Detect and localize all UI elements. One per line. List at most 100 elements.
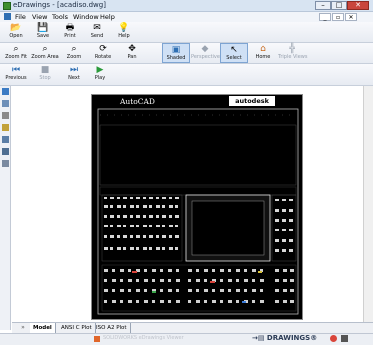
select-cursor-icon: ↖ [230,45,238,55]
tab-model[interactable]: Model [30,323,56,333]
zoom-button[interactable]: ⌕ Zoom [60,43,88,63]
previous-button[interactable]: ⏮ Previous [2,64,30,84]
zoom-fit-label: Zoom Fit [5,54,27,60]
triple-views-button[interactable]: ╬ Triple Views [278,43,308,63]
left-tool-strip [0,86,11,330]
symbol-grid-lower [104,269,294,303]
pan-icon: ✥ [128,44,136,54]
view-toolbar: ⌕ Zoom Fit ⌕ Zoom Area ⌕ Zoom ⟳ Rotate ✥… [0,43,373,64]
pan-label: Pan [127,54,137,60]
status-warning-icon [94,336,100,342]
expand-panel-button[interactable]: » [18,323,28,332]
select-button[interactable]: ↖ Select [220,43,248,63]
autocad-logo: AutoCAD [120,97,155,106]
tab-ansi-c-plot[interactable]: ANSI C Plot [58,323,96,333]
document-close-button[interactable]: ✕ [345,13,357,21]
stop-label: Stop [39,75,51,81]
play-button[interactable]: ▶ Play [86,64,114,84]
shaded-icon: ▣ [171,45,181,55]
upper-panel [99,124,297,186]
rotate-icon: ⟳ [99,44,107,54]
zoom-icon: ⌕ [71,44,77,54]
send-button[interactable]: ✉ Send [83,22,111,42]
menu-view[interactable]: View [32,12,47,22]
menu-help[interactable]: Help [100,12,115,22]
window-title: eDrawings - [acadiso.dwg] [13,1,106,9]
zoom-area-button[interactable]: ⌕ Zoom Area [31,43,59,63]
previous-label: Previous [5,75,27,81]
document-minimize-button[interactable]: _ [319,13,331,21]
symbol-strip [99,186,297,196]
home-label: Home [255,54,271,60]
help-label: Help [118,33,130,39]
zoom-area-icon: ⌕ [42,44,48,54]
playback-toolbar: ⏮ Previous ■ Stop ⏭ Next ▶ Play [0,64,373,86]
menu-window[interactable]: Window [73,12,99,22]
print-icon: 🖶 [65,23,75,33]
triple-views-label: Triple Views [278,54,308,60]
send-label: Send [90,33,104,39]
tab-iso-a2-plot[interactable]: ISO A2 Plot [93,323,131,333]
next-label: Next [68,75,80,81]
next-icon: ⏭ [69,65,79,75]
colored-symbols [132,271,262,303]
zoom-fit-icon: ⌕ [13,44,19,54]
left-symbol-block [101,194,183,262]
zoom-area-label: Zoom Area [31,54,59,60]
markup-icon[interactable] [2,124,9,131]
status-settings-icon[interactable] [341,335,348,342]
help-icon: 💡 [118,23,130,33]
menu-tools[interactable]: Tools [52,12,68,22]
section-icon[interactable] [2,160,9,167]
perspective-button[interactable]: ◆ Perspective [191,43,220,63]
drawing-sheet[interactable]: AutoCAD autodesk [91,94,303,320]
sheet-list-icon[interactable] [2,88,9,95]
document-icon [4,13,11,20]
pan-button[interactable]: ✥ Pan [118,43,146,63]
perspective-label: Perspective [191,54,220,60]
stop-icon: ■ [40,65,50,75]
vertical-scrollbar[interactable] [363,86,373,322]
home-button[interactable]: ⌂ Home [249,43,277,63]
edrawings-brand: →▤ DRAWINGS® [252,334,318,342]
zoom-fit-button[interactable]: ⌕ Zoom Fit [2,43,30,63]
home-icon: ⌂ [260,44,266,54]
layers-icon[interactable] [2,100,9,107]
perspective-icon: ◆ [201,44,209,54]
zoom-label: Zoom [66,54,82,60]
shaded-button[interactable]: ▣ Shaded [162,43,190,63]
print-button[interactable]: 🖶 Print [56,22,84,42]
help-button[interactable]: 💡 Help [110,22,138,42]
document-restore-button[interactable]: ▫ [332,13,344,21]
next-button[interactable]: ⏭ Next [60,64,88,84]
minimize-button[interactable]: – [315,1,331,10]
measure-icon[interactable] [2,136,9,143]
file-toolbar: 📂 Open 💾 Save 🖶 Print ✉ Send 💡 Help [0,22,373,43]
triple-views-icon: ╬ [289,44,295,54]
save-icon: 💾 [37,23,49,33]
play-label: Play [94,75,106,81]
properties-icon[interactable] [2,112,9,119]
menu-file[interactable]: File [15,12,26,22]
select-label: Select [226,55,242,61]
autodesk-logo: autodesk [229,96,275,106]
rotate-button[interactable]: ⟳ Rotate [89,43,117,63]
maximize-button[interactable]: □ [331,1,347,10]
status-record-icon[interactable] [330,335,337,342]
center-view-inner [191,200,265,256]
edrawings-app-icon [3,2,11,10]
open-label: Open [9,33,23,39]
shaded-label: Shaded [166,55,186,61]
rotate-label: Rotate [94,54,112,60]
close-button[interactable]: ✕ [347,1,369,10]
open-folder-icon: 📂 [10,23,22,33]
save-button[interactable]: 💾 Save [29,22,57,42]
play-icon: ▶ [96,65,104,75]
open-button[interactable]: 📂 Open [2,22,30,42]
stop-button[interactable]: ■ Stop [31,64,59,84]
status-text: SOLIDWORKS eDrawings Viewer [103,335,184,341]
previous-icon: ⏮ [11,65,21,75]
stamp-icon[interactable] [2,148,9,155]
send-icon: ✉ [93,23,101,33]
drawing-graphics [97,108,299,315]
